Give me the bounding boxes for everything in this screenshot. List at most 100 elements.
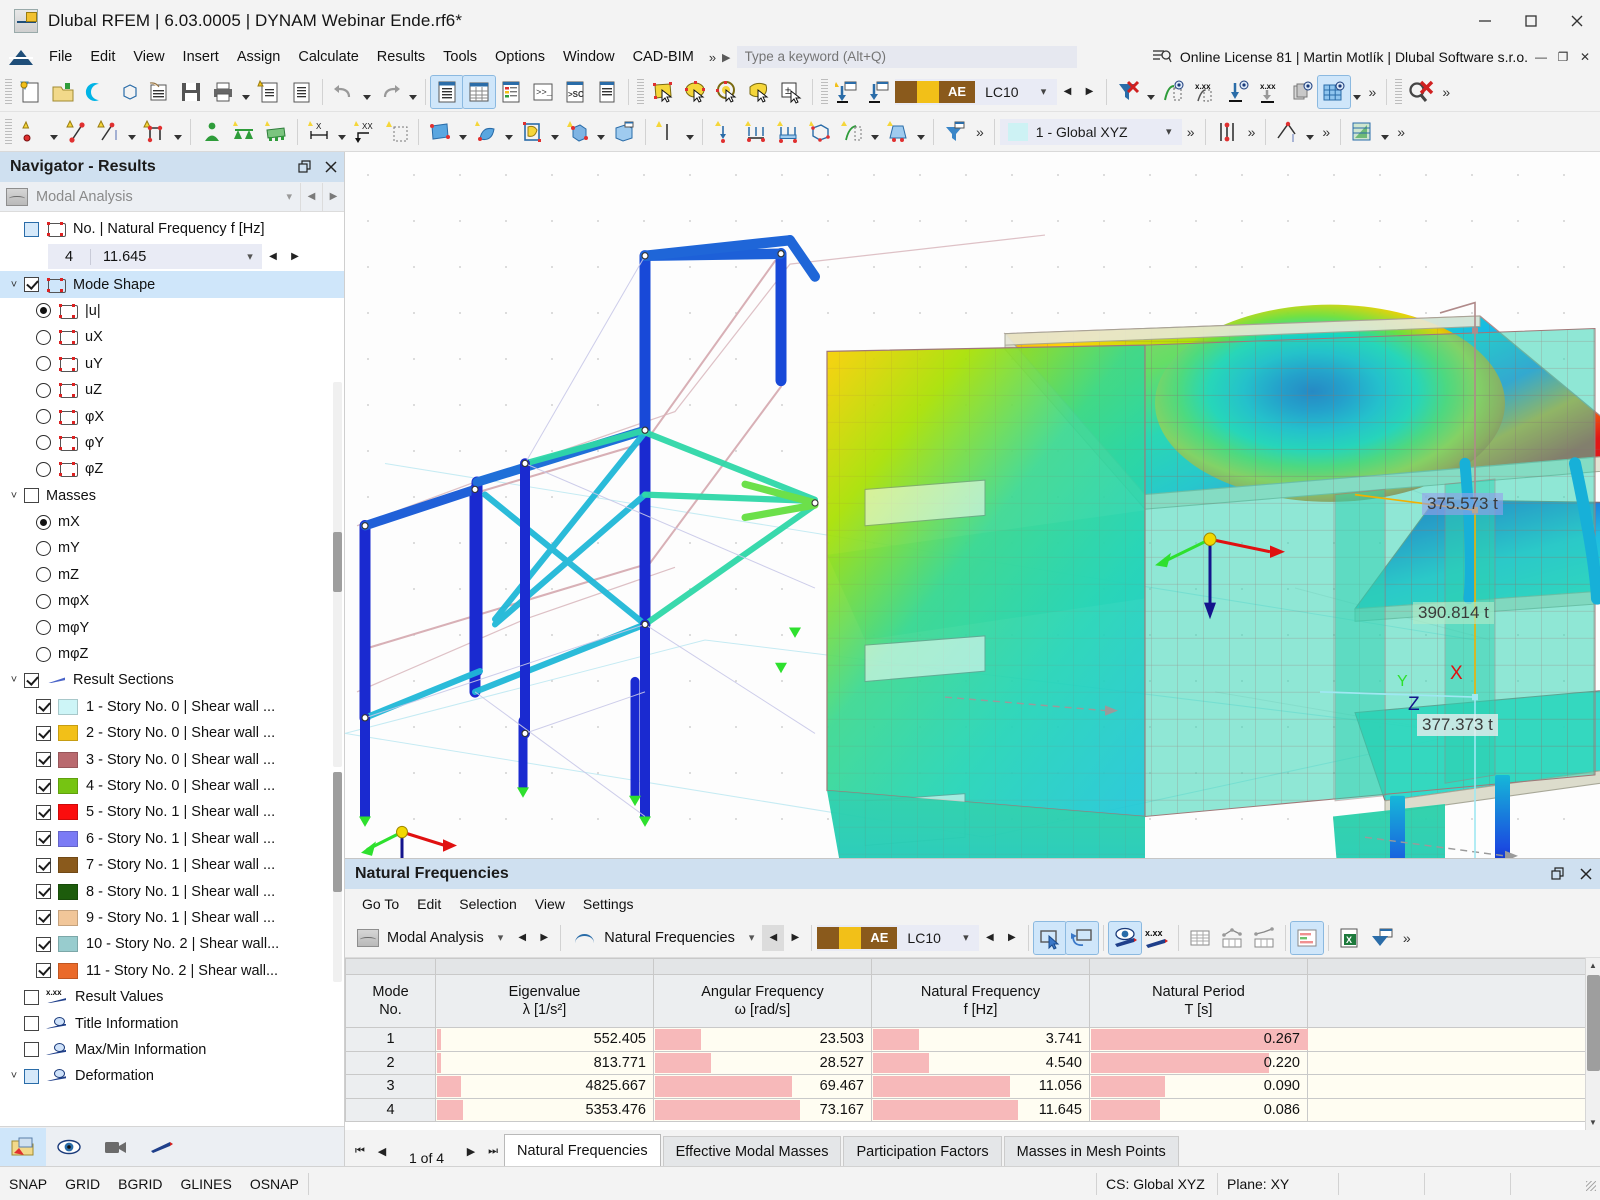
cell-empty[interactable] — [1308, 1075, 1600, 1099]
chevron-down-icon[interactable]: ▾ — [498, 931, 512, 944]
checkbox-result-section[interactable] — [36, 831, 51, 846]
status-coordinate-system[interactable]: CS: Global XYZ — [1097, 1176, 1217, 1192]
menu-edit[interactable]: Edit — [81, 45, 124, 69]
tree-item-title-information[interactable]: Title Information — [0, 1010, 344, 1036]
new-model-button[interactable] — [15, 76, 47, 108]
mesh-dropdown-icon[interactable] — [1350, 76, 1364, 108]
new-opening-button[interactable] — [516, 116, 548, 148]
new-line-button[interactable] — [61, 116, 93, 148]
cell-mode-no[interactable]: 3 — [346, 1075, 436, 1099]
navigator-close-button[interactable] — [318, 154, 344, 180]
table-menu-goto[interactable]: Go To — [353, 893, 408, 915]
maximize-button[interactable] — [1508, 0, 1554, 42]
export-printout-button[interactable] — [1366, 922, 1398, 954]
tree-item-masses[interactable]: ˅ Masses — [0, 483, 344, 509]
new-line-dimension-button[interactable] — [93, 116, 125, 148]
toolbar-grip[interactable] — [637, 79, 644, 105]
select-by-circle-button[interactable] — [679, 76, 711, 108]
new-solid-contact-button[interactable] — [608, 116, 640, 148]
mdi-minimize-button[interactable]: — — [1530, 45, 1552, 69]
model-3d-viewport[interactable]: X Y Z X Y Z -10.500 m -7.000 m -3.500 m … — [345, 152, 1600, 858]
checkbox-maxmin-information[interactable] — [24, 1042, 39, 1057]
table-row[interactable]: 34825.66769.46711.0560.090 — [346, 1075, 1600, 1099]
cell-empty[interactable] — [1308, 1051, 1600, 1075]
table-toolbar-overflow-icon[interactable]: » — [1398, 930, 1416, 946]
select-by-rectangle-button[interactable] — [647, 76, 679, 108]
next-page-button[interactable]: ▶ — [460, 1136, 482, 1166]
toolbar-overflow-icon[interactable]: » — [1437, 84, 1455, 100]
new-curved-surface-button[interactable] — [470, 116, 502, 148]
checkbox-result-section[interactable] — [36, 805, 51, 820]
tree-item-phiz[interactable]: φZ — [0, 456, 344, 482]
select-by-polygon-button[interactable] — [743, 76, 775, 108]
radio-ux[interactable] — [36, 330, 51, 345]
model-data-button[interactable] — [143, 76, 175, 108]
results-navigator-tab[interactable] — [138, 1128, 184, 1166]
print-dropdown-icon[interactable] — [239, 76, 253, 108]
new-surface-support-button[interactable] — [260, 116, 292, 148]
table-analysis-combo[interactable]: Modal Analysis ▾ — [349, 924, 511, 951]
toolbar-overflow-icon[interactable]: » — [1364, 84, 1382, 100]
table-analysis-next-button[interactable]: ▶ — [533, 925, 555, 951]
cell-natural-frequency[interactable]: 3.741 — [872, 1028, 1090, 1052]
tree-item-uy[interactable]: uY — [0, 351, 344, 377]
menu-window[interactable]: Window — [554, 45, 624, 69]
checkbox-result-section[interactable] — [36, 779, 51, 794]
work-plane-button[interactable] — [1211, 116, 1243, 148]
navigator-scrollbar-lower[interactable] — [333, 382, 342, 767]
new-imperfection-button[interactable] — [882, 116, 914, 148]
show-numeric-values-button[interactable]: x.xx — [1141, 922, 1173, 954]
navigator-panel-button[interactable] — [431, 76, 463, 108]
column-header-natural-period[interactable]: Natural PeriodT [s] — [1090, 975, 1308, 1028]
redo-button[interactable] — [374, 76, 406, 108]
apply-results-button[interactable] — [863, 76, 895, 108]
resize-grip[interactable] — [1581, 1176, 1597, 1192]
checkbox-natural-frequency[interactable] — [24, 222, 39, 237]
new-solid-button[interactable] — [562, 116, 594, 148]
expand-toggle-result-sections[interactable]: ˅ — [4, 674, 24, 686]
clear-results-button[interactable] — [1405, 76, 1437, 108]
undo-dropdown-icon[interactable] — [360, 76, 374, 108]
table-menu-view[interactable]: View — [526, 893, 574, 915]
filter-dropdown-icon[interactable] — [1144, 76, 1158, 108]
chevron-down-icon[interactable]: ▾ — [953, 925, 979, 951]
table-chart-2-button[interactable] — [1248, 922, 1280, 954]
redo-dropdown-icon[interactable] — [406, 76, 420, 108]
tree-item-ux[interactable]: uX — [0, 324, 344, 350]
tree-item-mphiz[interactable]: mφZ — [0, 641, 344, 667]
checkbox-title-information[interactable] — [24, 1016, 39, 1031]
status-osnap-toggle[interactable]: OSNAP — [241, 1176, 308, 1192]
cell-mode-no[interactable]: 4 — [346, 1098, 436, 1122]
checkbox-result-section[interactable] — [36, 726, 51, 741]
status-plane[interactable]: Plane: XY — [1218, 1176, 1338, 1192]
table-chart-1-button[interactable] — [1216, 922, 1248, 954]
show-reaction-values-button[interactable]: x.xx — [1254, 76, 1286, 108]
cell-eigenvalue[interactable]: 552.405 — [436, 1028, 654, 1052]
tree-item-phiy[interactable]: φY — [0, 430, 344, 456]
load-case-prev-button[interactable]: ◀ — [1057, 79, 1079, 105]
display-navigator-tab[interactable] — [46, 1128, 92, 1166]
undo-button[interactable] — [328, 76, 360, 108]
navigator-restore-button[interactable] — [292, 154, 318, 180]
free-load-dropdown-icon[interactable] — [868, 116, 882, 148]
status-glines-toggle[interactable]: GLINES — [171, 1176, 240, 1192]
column-header-angular-frequency[interactable]: Angular Frequencyω [rad/s] — [654, 975, 872, 1028]
radio-mphiy[interactable] — [36, 620, 51, 635]
sync-selection-button[interactable] — [1066, 922, 1098, 954]
guidelines-dropdown-icon[interactable] — [1378, 116, 1392, 148]
radio-uz[interactable] — [36, 383, 51, 398]
expand-toggle-masses[interactable]: ˅ — [4, 490, 24, 502]
cell-angular-frequency[interactable]: 23.503 — [654, 1028, 872, 1052]
checkbox-deformation[interactable] — [24, 1069, 39, 1084]
chevron-down-icon[interactable]: ▾ — [749, 931, 763, 944]
coordinate-system-combo[interactable]: 1 - Global XYZ ▾ — [1000, 119, 1182, 145]
new-line-support-button[interactable] — [228, 116, 260, 148]
table-result-combo[interactable]: Natural Frequencies ▾ — [566, 924, 762, 951]
tree-item-result-section[interactable]: 6 - Story No. 1 | Shear wall ... — [0, 826, 344, 852]
expand-toggle-mode-shape[interactable]: ˅ — [4, 279, 24, 291]
color-panel-button[interactable] — [495, 76, 527, 108]
radio-u-abs[interactable] — [36, 303, 51, 318]
new-selection-region-button[interactable] — [381, 116, 413, 148]
table-row[interactable]: 1552.40523.5033.7410.267 — [346, 1028, 1600, 1052]
tree-item-result-section[interactable]: 8 - Story No. 1 | Shear wall ... — [0, 878, 344, 904]
